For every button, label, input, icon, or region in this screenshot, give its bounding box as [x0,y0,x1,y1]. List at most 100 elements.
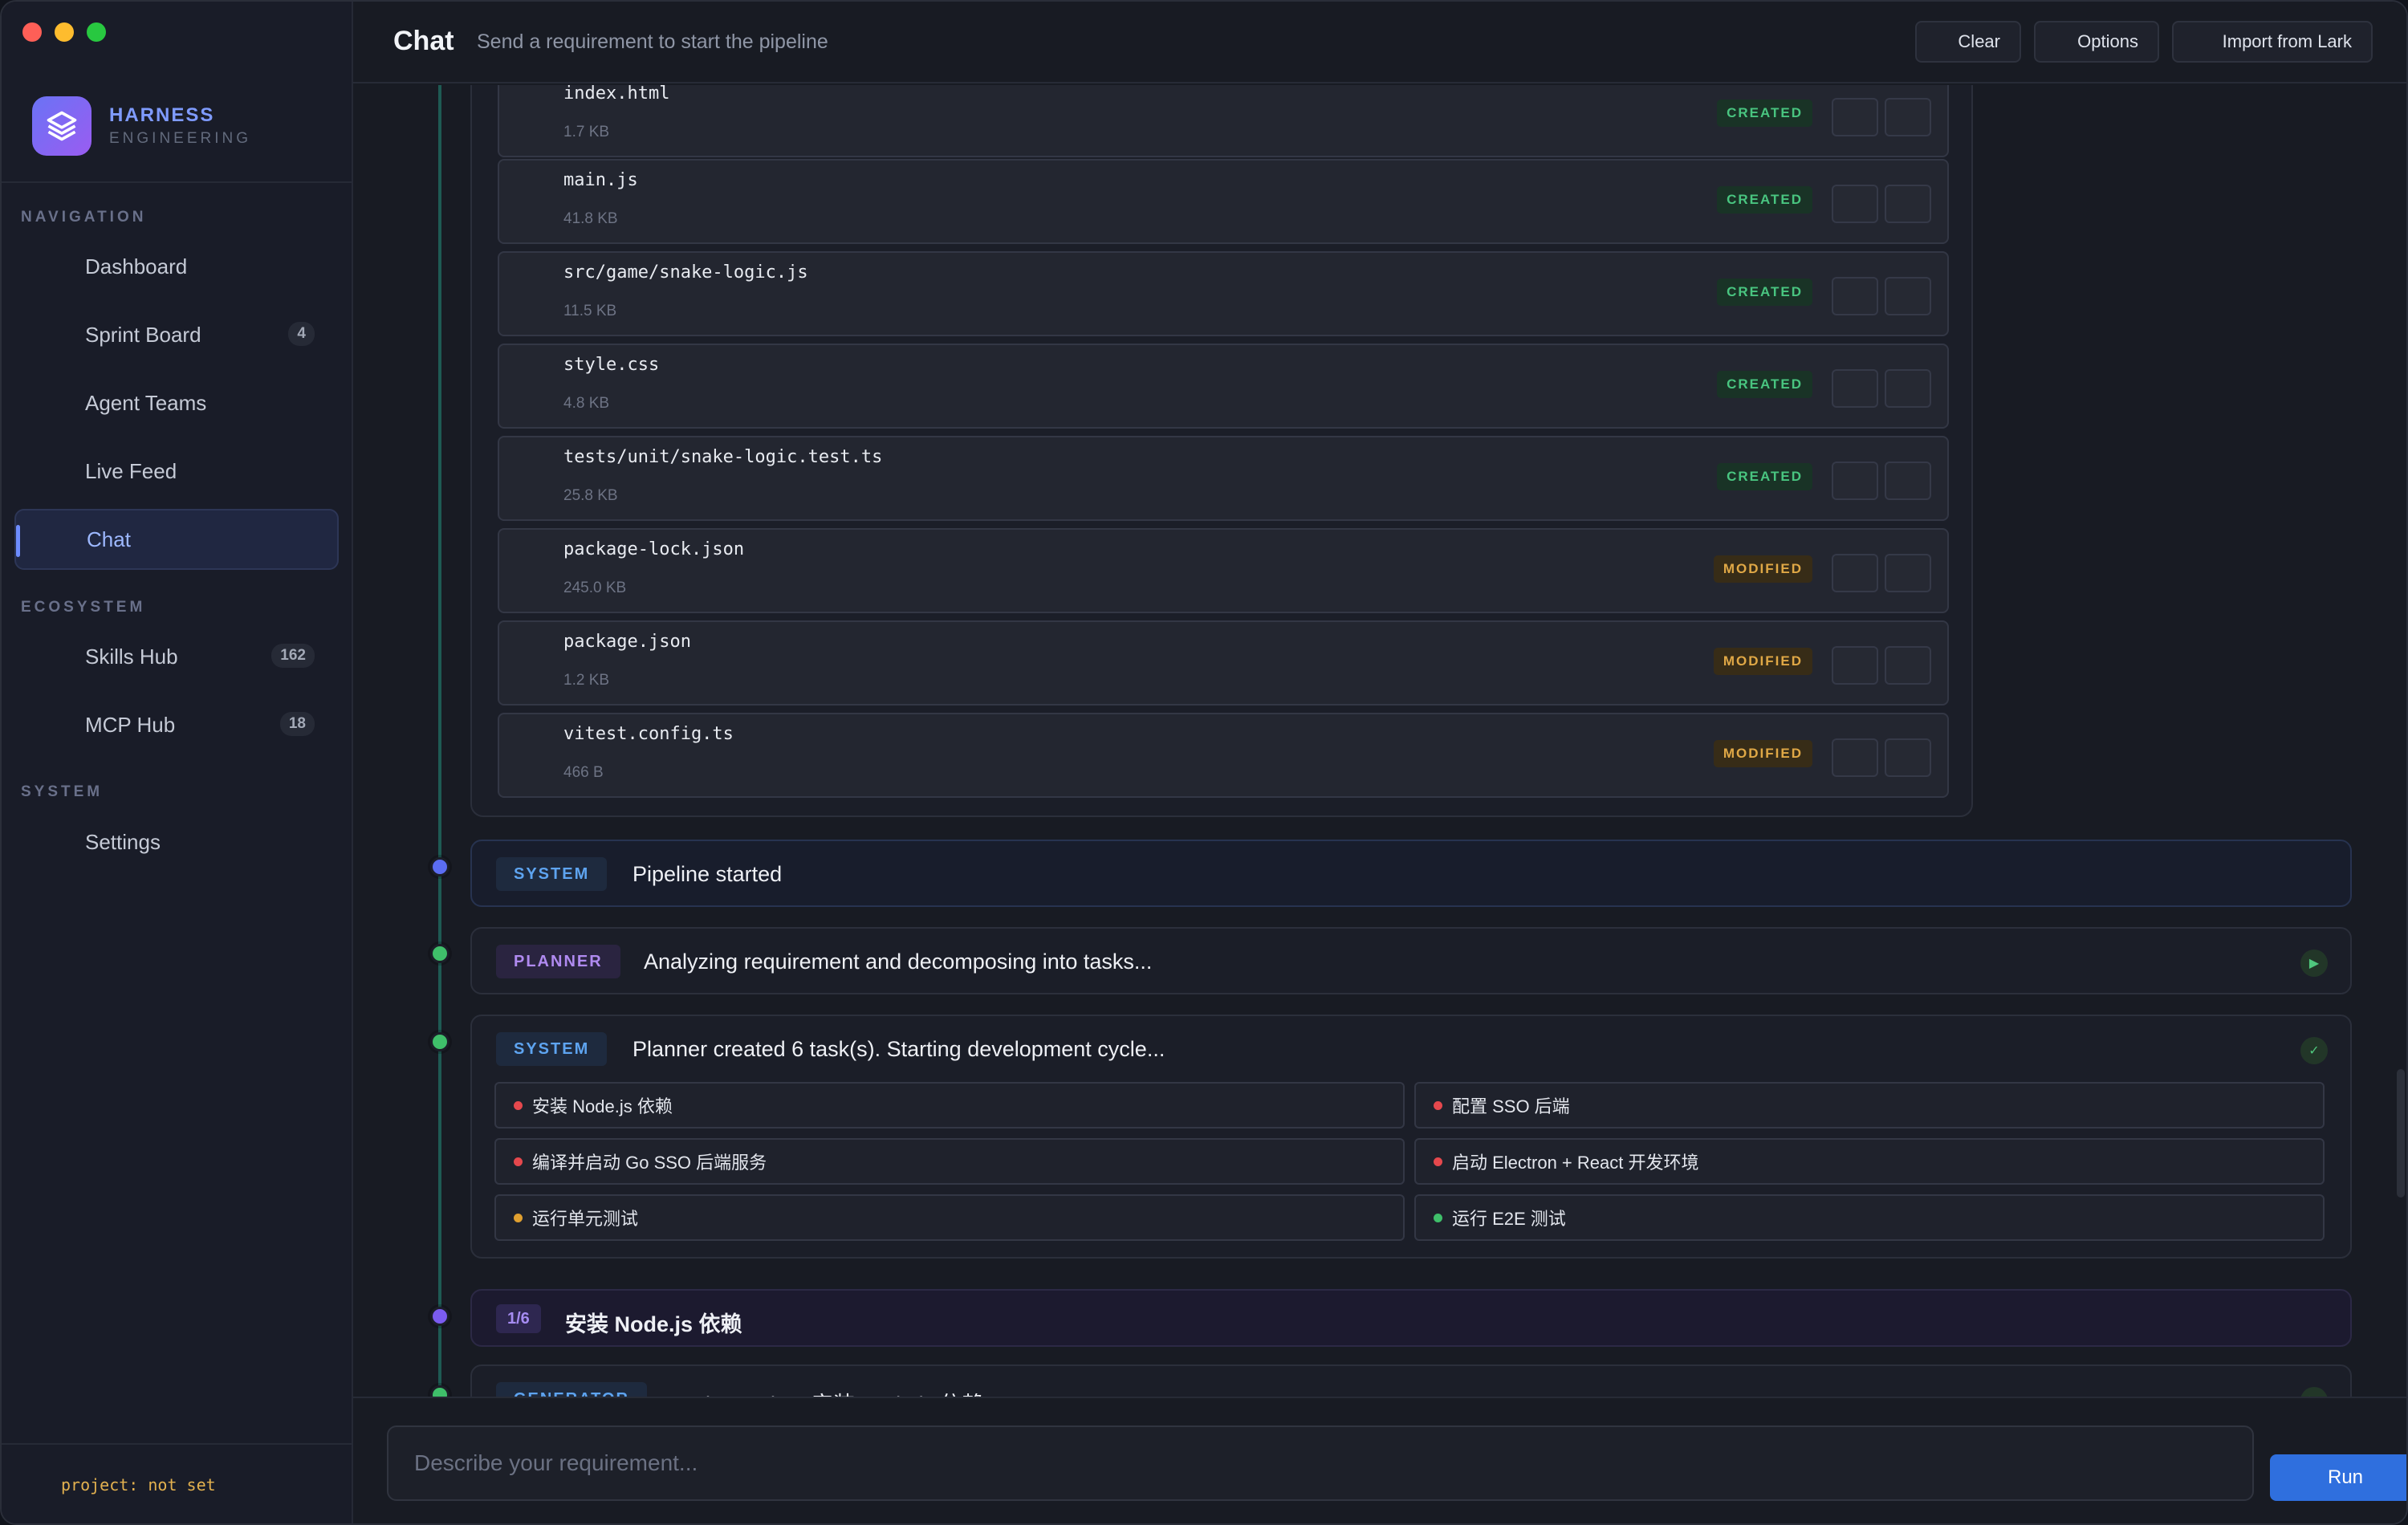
open-file-button[interactable] [1885,462,1931,500]
close-window-button[interactable] [22,22,42,42]
open-file-button[interactable] [1885,646,1931,685]
file-name: main.js [563,170,638,190]
file-row[interactable]: src/game/snake-logic.js 11.5 KB CREATED [498,251,1949,336]
header: Chat Send a requirement to start the pip… [353,2,2406,83]
file-name: src/game/snake-logic.js [563,262,808,283]
open-file-button[interactable] [1885,554,1931,592]
timeline-dot [430,944,449,963]
brand: HARNESS ENGINEERING [32,96,251,156]
open-file-button[interactable] [1885,277,1931,315]
event-pipeline-started: SYSTEM Pipeline started [470,840,2352,907]
open-file-button[interactable] [1885,738,1931,777]
open-file-button[interactable] [1885,369,1931,408]
view-file-button[interactable] [1832,462,1878,500]
file-row[interactable]: vitest.config.ts 466 B MODIFIED [498,713,1949,798]
timeline-dot [430,857,449,876]
scrollbar[interactable] [2397,1069,2405,1198]
event-tag: SYSTEM [496,857,608,891]
sidebar-item-label: MCP Hub [85,712,176,737]
status-badge: CREATED [1717,186,1812,214]
file-row[interactable]: main.js 41.8 KB CREATED [498,159,1949,244]
file-size: 1.7 KB [563,124,610,140]
view-file-button[interactable] [1832,369,1878,408]
event-tag: GENERATOR [496,1382,647,1397]
view-file-button[interactable] [1832,98,1878,136]
page-title: Chat [393,26,454,56]
task-item[interactable]: 配置 SSO 后端 [1414,1082,2325,1128]
maximize-window-button[interactable] [87,22,106,42]
minimize-window-button[interactable] [55,22,74,42]
file-row[interactable]: index.html 1.7 KB CREATED [498,85,1949,157]
sidebar-item-skills-hub[interactable]: Skills Hub 162 [14,626,339,687]
chat-timeline[interactable]: index.html 1.7 KB CREATED main.js 41.8 K… [353,85,2406,1397]
task-label: 运行单元测试 [532,1209,639,1229]
event-tasks-created: SYSTEM Planner created 6 task(s). Starti… [470,1015,2352,1259]
app-window: HARNESS ENGINEERING NAVIGATION Dashboard… [0,0,2408,1525]
event-tag: PLANNER [496,945,620,978]
options-button[interactable]: Options [2034,21,2159,63]
play-icon[interactable]: ▶ [2300,950,2328,977]
sidebar-item-settings[interactable]: Settings [14,811,339,872]
timeline-dot [430,1032,449,1051]
view-file-button[interactable] [1832,554,1878,592]
import-from-lark-button[interactable]: Import from Lark [2172,21,2373,63]
open-file-button[interactable] [1885,98,1931,136]
step-counter: 1/6 [496,1304,541,1333]
open-file-button[interactable] [1885,185,1931,223]
run-button[interactable]: Run [2270,1454,2406,1501]
file-row[interactable]: tests/unit/snake-logic.test.ts 25.8 KB C… [498,436,1949,521]
status-badge: CREATED [1717,100,1812,127]
sidebar-item-label: Live Feed [85,458,177,483]
requirement-input[interactable] [387,1425,2254,1501]
page-subtitle: Send a requirement to start the pipeline [477,31,828,53]
brand-subtitle: ENGINEERING [109,130,252,147]
project-status: project: not set [61,1475,216,1494]
sidebar-item-mcp-hub[interactable]: MCP Hub 18 [14,694,339,755]
sidebar-item-live-feed[interactable]: Live Feed [14,441,339,502]
task-item[interactable]: 安装 Node.js 依赖 [494,1082,1405,1128]
step-header: 1/6 安装 Node.js 依赖 [470,1289,2352,1347]
file-name: package-lock.json [563,539,745,559]
file-row[interactable]: package-lock.json 245.0 KB MODIFIED [498,528,1949,613]
view-file-button[interactable] [1832,646,1878,685]
file-name: tests/unit/snake-logic.test.ts [563,447,883,467]
task-label: 编译并启动 Go SSO 后端服务 [532,1153,767,1173]
view-file-button[interactable] [1832,277,1878,315]
sidebar-item-label: Settings [85,829,161,854]
task-item[interactable]: 启动 Electron + React 开发环境 [1414,1138,2325,1185]
window-controls [22,22,106,42]
status-dot [1434,1213,1442,1222]
file-row[interactable]: package.json 1.2 KB MODIFIED [498,620,1949,706]
file-name: package.json [563,632,691,652]
event-text: Pipeline started [633,862,783,886]
event-text: Implementing: 安装 Node.js 依赖 [669,1387,984,1397]
event-tag: SYSTEM [496,1032,608,1066]
section-label-navigation: NAVIGATION [21,209,147,226]
timeline-dot [430,1385,449,1397]
play-icon[interactable]: ▶ [2300,1387,2328,1397]
task-item[interactable]: 运行 E2E 测试 [1414,1194,2325,1241]
view-file-button[interactable] [1832,738,1878,777]
event-generator[interactable]: GENERATOR Implementing: 安装 Node.js 依赖 ▶ [470,1364,2352,1397]
sidebar-item-dashboard[interactable]: Dashboard [14,236,339,297]
task-label: 配置 SSO 后端 [1452,1096,1570,1116]
sidebar-item-chat[interactable]: Chat [14,509,339,570]
composer: Run [353,1397,2406,1523]
task-item[interactable]: 运行单元测试 [494,1194,1405,1241]
status-dot [514,1100,523,1110]
sidebar-item-sprint-board[interactable]: Sprint Board 4 [14,304,339,365]
check-icon: ✓ [2300,1037,2328,1064]
file-size: 11.5 KB [563,303,617,319]
file-row[interactable]: style.css 4.8 KB CREATED [498,344,1949,429]
file-size: 25.8 KB [563,487,618,504]
task-item[interactable]: 编译并启动 Go SSO 后端服务 [494,1138,1405,1185]
event-text: Planner created 6 task(s). Starting deve… [633,1037,1165,1061]
clear-button[interactable]: Clear [1915,21,2021,63]
view-file-button[interactable] [1832,185,1878,223]
status-badge: CREATED [1717,279,1812,306]
status-dot [1434,1157,1442,1166]
sidebar-item-agent-teams[interactable]: Agent Teams [14,372,339,433]
count-badge: 18 [279,712,315,736]
event-planner[interactable]: PLANNER Analyzing requirement and decomp… [470,927,2352,994]
count-badge: 162 [271,644,315,668]
